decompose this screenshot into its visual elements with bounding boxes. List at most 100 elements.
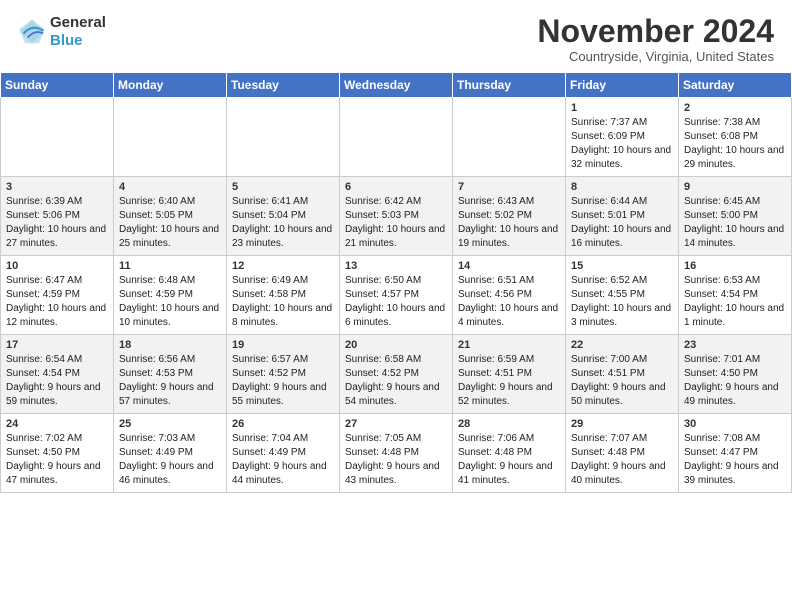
day-info: Sunrise: 7:00 AM Sunset: 4:51 PM Dayligh… [571,353,673,409]
calendar-header-thursday: Thursday [453,73,566,98]
calendar-week-3: 10 Sunrise: 6:47 AM Sunset: 4:59 PM Dayli… [1,256,792,335]
day-number: 13 [345,260,447,272]
calendar-header-wednesday: Wednesday [340,73,453,98]
day-info: Sunrise: 6:41 AM Sunset: 5:04 PM Dayligh… [232,195,334,251]
day-number: 28 [458,418,560,430]
logo-text: General Blue [50,14,106,50]
calendar-cell: 30 Sunrise: 7:08 AM Sunset: 4:47 PM Dayli… [679,414,792,493]
calendar-cell: 29 Sunrise: 7:07 AM Sunset: 4:48 PM Dayli… [566,414,679,493]
calendar-cell: 15Sunrise: 6:52 AM Sunset: 4:55 PM Dayli… [566,256,679,335]
calendar-cell: 24 Sunrise: 7:02 AM Sunset: 4:50 PM Dayli… [1,414,114,493]
day-number: 6 [345,181,447,193]
day-number: 30 [684,418,786,430]
calendar-cell: 11 Sunrise: 6:48 AM Sunset: 4:59 PM Dayli… [114,256,227,335]
day-number: 11 [119,260,221,272]
day-number: 12 [232,260,334,272]
day-info: Sunrise: 6:43 AM Sunset: 5:02 PM Dayligh… [458,195,560,251]
day-number: 18 [119,339,221,351]
day-number: 16 [684,260,786,272]
day-number: 27 [345,418,447,430]
day-number: 1 [571,102,673,114]
day-info: Sunrise: 7:07 AM Sunset: 4:48 PM Dayligh… [571,432,673,488]
calendar-cell: 1 Sunrise: 7:37 AM Sunset: 6:09 PM Daylig… [566,98,679,177]
day-info: Sunrise: 7:05 AM Sunset: 4:48 PM Dayligh… [345,432,447,488]
calendar-cell [453,98,566,177]
day-info: Sunrise: 6:57 AM Sunset: 4:52 PM Dayligh… [232,353,334,409]
calendar-week-2: 3 Sunrise: 6:39 AM Sunset: 5:06 PM Daylig… [1,177,792,256]
day-number: 26 [232,418,334,430]
calendar-cell: 7 Sunrise: 6:43 AM Sunset: 5:02 PM Daylig… [453,177,566,256]
calendar-cell: 4Sunrise: 6:40 AM Sunset: 5:05 PM Daylig… [114,177,227,256]
calendar-cell: 22 Sunrise: 7:00 AM Sunset: 4:51 PM Dayli… [566,335,679,414]
calendar-week-5: 24 Sunrise: 7:02 AM Sunset: 4:50 PM Dayli… [1,414,792,493]
day-number: 21 [458,339,560,351]
calendar-cell: 23 Sunrise: 7:01 AM Sunset: 4:50 PM Dayli… [679,335,792,414]
day-number: 5 [232,181,334,193]
calendar-cell: 5 Sunrise: 6:41 AM Sunset: 5:04 PM Daylig… [227,177,340,256]
calendar-cell: 2Sunrise: 7:38 AM Sunset: 6:08 PM Daylig… [679,98,792,177]
day-number: 22 [571,339,673,351]
day-number: 24 [6,418,108,430]
day-info: Sunrise: 6:53 AM Sunset: 4:54 PM Dayligh… [684,274,786,330]
calendar-cell: 16 Sunrise: 6:53 AM Sunset: 4:54 PM Dayli… [679,256,792,335]
calendar-header-sunday: Sunday [1,73,114,98]
day-number: 19 [232,339,334,351]
logo-blue: Blue [50,32,83,49]
day-info: Sunrise: 6:47 AM Sunset: 4:59 PM Dayligh… [6,274,108,330]
title-block: November 2024 Countryside, Virginia, Uni… [537,14,774,64]
day-info: Sunrise: 6:51 AM Sunset: 4:56 PM Dayligh… [458,274,560,330]
calendar-cell: 19 Sunrise: 6:57 AM Sunset: 4:52 PM Dayli… [227,335,340,414]
calendar-cell: 8Sunrise: 6:44 AM Sunset: 5:01 PM Daylig… [566,177,679,256]
calendar-header-tuesday: Tuesday [227,73,340,98]
day-info: Sunrise: 6:44 AM Sunset: 5:01 PM Dayligh… [571,195,673,251]
day-info: Sunrise: 7:37 AM Sunset: 6:09 PM Dayligh… [571,116,673,172]
calendar-cell: 10 Sunrise: 6:47 AM Sunset: 4:59 PM Dayli… [1,256,114,335]
calendar-cell: 26 Sunrise: 7:04 AM Sunset: 4:49 PM Dayli… [227,414,340,493]
calendar-cell [1,98,114,177]
calendar-cell [340,98,453,177]
day-info: Sunrise: 6:40 AM Sunset: 5:05 PM Dayligh… [119,195,221,251]
calendar-cell: 3 Sunrise: 6:39 AM Sunset: 5:06 PM Daylig… [1,177,114,256]
calendar-header-saturday: Saturday [679,73,792,98]
day-number: 2 [684,102,786,114]
day-info: Sunrise: 6:59 AM Sunset: 4:51 PM Dayligh… [458,353,560,409]
day-number: 9 [684,181,786,193]
day-info: Sunrise: 6:48 AM Sunset: 4:59 PM Dayligh… [119,274,221,330]
day-info: Sunrise: 7:08 AM Sunset: 4:47 PM Dayligh… [684,432,786,488]
calendar-cell: 28 Sunrise: 7:06 AM Sunset: 4:48 PM Dayli… [453,414,566,493]
day-info: Sunrise: 7:01 AM Sunset: 4:50 PM Dayligh… [684,353,786,409]
header: General Blue November 2024 Countryside, … [0,0,792,72]
day-info: Sunrise: 7:04 AM Sunset: 4:49 PM Dayligh… [232,432,334,488]
location-subtitle: Countryside, Virginia, United States [537,49,774,64]
day-number: 20 [345,339,447,351]
day-number: 3 [6,181,108,193]
calendar-cell: 13Sunrise: 6:50 AM Sunset: 4:57 PM Dayli… [340,256,453,335]
calendar-cell: 9Sunrise: 6:45 AM Sunset: 5:00 PM Daylig… [679,177,792,256]
calendar-cell [114,98,227,177]
calendar-week-4: 17 Sunrise: 6:54 AM Sunset: 4:54 PM Dayli… [1,335,792,414]
day-number: 17 [6,339,108,351]
calendar-cell: 14Sunrise: 6:51 AM Sunset: 4:56 PM Dayli… [453,256,566,335]
day-info: Sunrise: 6:39 AM Sunset: 5:06 PM Dayligh… [6,195,108,251]
day-info: Sunrise: 6:54 AM Sunset: 4:54 PM Dayligh… [6,353,108,409]
day-info: Sunrise: 6:52 AM Sunset: 4:55 PM Dayligh… [571,274,673,330]
day-number: 23 [684,339,786,351]
calendar-cell: 12Sunrise: 6:49 AM Sunset: 4:58 PM Dayli… [227,256,340,335]
day-info: Sunrise: 7:06 AM Sunset: 4:48 PM Dayligh… [458,432,560,488]
calendar-header-row: SundayMondayTuesdayWednesdayThursdayFrid… [1,73,792,98]
page: General Blue November 2024 Countryside, … [0,0,792,493]
day-info: Sunrise: 7:02 AM Sunset: 4:50 PM Dayligh… [6,432,108,488]
day-number: 7 [458,181,560,193]
calendar-cell [227,98,340,177]
day-info: Sunrise: 6:58 AM Sunset: 4:52 PM Dayligh… [345,353,447,409]
calendar-cell: 21 Sunrise: 6:59 AM Sunset: 4:51 PM Dayli… [453,335,566,414]
day-number: 29 [571,418,673,430]
calendar-cell: 17 Sunrise: 6:54 AM Sunset: 4:54 PM Dayli… [1,335,114,414]
logo: General Blue [18,14,106,50]
month-title: November 2024 [537,14,774,49]
calendar-cell: 18Sunrise: 6:56 AM Sunset: 4:53 PM Dayli… [114,335,227,414]
calendar-cell: 6Sunrise: 6:42 AM Sunset: 5:03 PM Daylig… [340,177,453,256]
day-number: 10 [6,260,108,272]
calendar-week-1: 1 Sunrise: 7:37 AM Sunset: 6:09 PM Daylig… [1,98,792,177]
calendar-header-monday: Monday [114,73,227,98]
